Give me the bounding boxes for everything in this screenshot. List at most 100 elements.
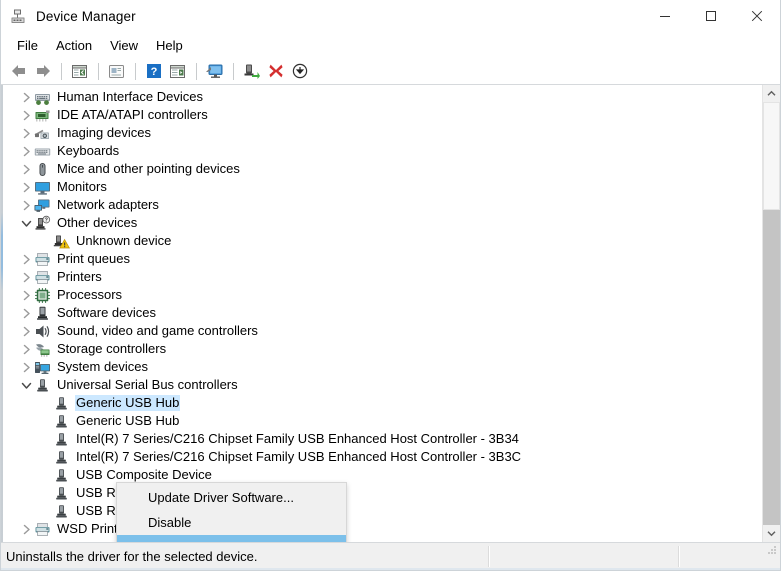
chevron-right-icon[interactable]	[19, 88, 34, 106]
tree-item-label: Intel(R) 7 Series/C216 Chipset Family US…	[76, 449, 522, 464]
chevron-right-icon[interactable]	[19, 520, 34, 538]
toolbar-separator	[196, 62, 197, 80]
usb-icon	[34, 377, 51, 394]
chevron-right-icon[interactable]	[19, 304, 34, 322]
chevron-down-icon[interactable]	[19, 376, 34, 394]
context-menu-item-uninstall[interactable]: Uninstall	[117, 535, 346, 542]
camera-icon	[34, 125, 51, 142]
other-device-icon: ?	[34, 215, 51, 232]
vertical-scrollbar[interactable]	[762, 85, 780, 542]
maximize-button[interactable]	[688, 0, 734, 32]
chevron-right-icon[interactable]	[19, 358, 34, 376]
tree-item-label: System devices	[57, 359, 149, 374]
chevron-right-icon[interactable]	[19, 268, 34, 286]
menu-help[interactable]: Help	[147, 36, 192, 55]
tree-item-ide-ata-atapi-controllers[interactable]: IDE ATA/ATAPI controllers	[1, 106, 762, 124]
status-accent-line	[1, 568, 780, 570]
disable-device-button[interactable]	[288, 60, 311, 82]
printer-icon	[34, 251, 51, 268]
tree-item-system-devices[interactable]: System devices	[1, 358, 762, 376]
chevron-right-icon[interactable]	[19, 196, 34, 214]
toolbar-separator	[98, 62, 99, 80]
chevron-right-icon[interactable]	[19, 286, 34, 304]
toolbar-separator	[233, 62, 234, 80]
context-menu-item-disable[interactable]: Disable	[117, 510, 346, 535]
tree-item-generic-usb-hub[interactable]: Generic USB Hub	[1, 412, 762, 430]
tree-item-monitors[interactable]: Monitors	[1, 178, 762, 196]
network-adapter-icon	[34, 197, 51, 214]
printer-icon	[34, 269, 51, 286]
tree-item-human-interface-devices[interactable]: Human Interface Devices	[1, 88, 762, 106]
back-button[interactable]	[7, 60, 30, 82]
scrollbar-track[interactable]	[763, 102, 780, 525]
tree-item-label: Sound, video and game controllers	[57, 323, 258, 338]
tree-item-universal-serial-bus-controllers[interactable]: Universal Serial Bus controllers	[1, 376, 762, 394]
chevron-right-icon[interactable]	[19, 322, 34, 340]
context-menu-item-update-driver-software[interactable]: Update Driver Software...	[117, 485, 346, 510]
tree-item-label: Unknown device	[76, 233, 172, 248]
tree-item-print-queues[interactable]: Print queues	[1, 250, 762, 268]
svg-text:?: ?	[45, 217, 48, 223]
update-driver-button[interactable]	[240, 60, 263, 82]
scan-for-hardware-changes-button[interactable]	[203, 60, 226, 82]
tree-item-intel-r-7-series-c216-chipset-family-usb-enhanced-host-controller-3b3c[interactable]: Intel(R) 7 Series/C216 Chipset Family US…	[1, 448, 762, 466]
tree-item-intel-r-7-series-c216-chipset-family-usb-enhanced-host-controller-3b34[interactable]: Intel(R) 7 Series/C216 Chipset Family US…	[1, 430, 762, 448]
tree-item-printers[interactable]: Printers	[1, 268, 762, 286]
action-pane-button[interactable]	[166, 60, 189, 82]
scroll-up-button[interactable]	[763, 85, 780, 102]
uninstall-device-button[interactable]	[264, 60, 287, 82]
console-tree-button[interactable]	[68, 60, 91, 82]
tree-item-sound-video-and-game-controllers[interactable]: Sound, video and game controllers	[1, 322, 762, 340]
tree-item-storage-controllers[interactable]: Storage controllers	[1, 340, 762, 358]
chevron-right-icon[interactable]	[19, 340, 34, 358]
properties-button[interactable]	[105, 60, 128, 82]
tree-item-other-devices[interactable]: ? Other devices	[1, 214, 762, 232]
mouse-icon	[34, 161, 51, 178]
toolbar-separator	[61, 62, 62, 80]
context-menu[interactable]: Update Driver Software...DisableUninstal…	[116, 482, 347, 542]
usb-icon	[53, 413, 70, 430]
toolbar: ?	[1, 58, 780, 85]
forward-button[interactable]	[31, 60, 54, 82]
chevron-right-icon[interactable]	[19, 250, 34, 268]
status-bar: Uninstalls the driver for the selected d…	[1, 542, 780, 570]
monitor-icon	[34, 179, 51, 196]
device-tree[interactable]: Human Interface Devices IDE ATA/ATAPI con…	[1, 85, 762, 542]
svg-text:?: ?	[150, 66, 157, 78]
chevron-right-icon[interactable]	[19, 160, 34, 178]
close-button[interactable]	[734, 0, 780, 32]
usb-icon	[53, 449, 70, 466]
resize-grip[interactable]	[764, 544, 778, 556]
scrollbar-lower-track[interactable]	[763, 210, 780, 525]
chevron-right-icon[interactable]	[19, 106, 34, 124]
chevron-right-icon[interactable]	[19, 178, 34, 196]
tree-item-label: Network adapters	[57, 197, 159, 212]
menu-file[interactable]: File	[8, 36, 47, 55]
minimize-button[interactable]	[642, 0, 688, 32]
tree-item-software-devices[interactable]: Software devices	[1, 304, 762, 322]
menu-action[interactable]: Action	[47, 36, 101, 55]
tree-item-mice-and-other-pointing-devices[interactable]: Mice and other pointing devices	[1, 160, 762, 178]
scrollbar-thumb[interactable]	[763, 102, 780, 210]
tree-item-generic-usb-hub[interactable]: Generic USB Hub	[1, 394, 762, 412]
status-divider	[678, 546, 680, 567]
tree-item-keyboards[interactable]: Keyboards	[1, 142, 762, 160]
chevron-down-icon[interactable]	[19, 214, 34, 232]
chevron-right-icon[interactable]	[19, 142, 34, 160]
tree-item-network-adapters[interactable]: Network adapters	[1, 196, 762, 214]
tree-item-unknown-device[interactable]: Unknown device	[1, 232, 762, 250]
menu-view[interactable]: View	[101, 36, 147, 55]
tree-item-label: Human Interface Devices	[57, 89, 203, 104]
tree-item-label: Mice and other pointing devices	[57, 161, 240, 176]
tree-item-imaging-devices[interactable]: Imaging devices	[1, 124, 762, 142]
usb-icon	[53, 485, 70, 502]
scroll-down-button[interactable]	[763, 525, 780, 542]
tree-item-label: Monitors	[57, 179, 107, 194]
help-button[interactable]: ?	[142, 60, 165, 82]
tree-item-label: Intel(R) 7 Series/C216 Chipset Family US…	[76, 431, 519, 446]
chevron-right-icon[interactable]	[19, 124, 34, 142]
tree-item-processors[interactable]: Processors	[1, 286, 762, 304]
system-device-icon	[34, 359, 51, 376]
